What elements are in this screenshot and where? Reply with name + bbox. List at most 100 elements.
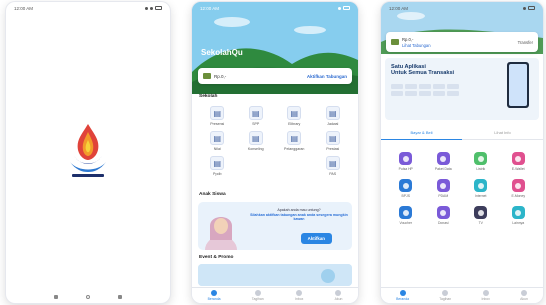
service-icon (436, 206, 450, 219)
service-label: Pulsa HP (398, 167, 413, 171)
tab-beranda[interactable]: Beranda (396, 290, 409, 301)
service-label: E-Wallet (511, 167, 525, 171)
service-label: Paket Data (434, 167, 452, 171)
service-item[interactable]: E-Wallet (500, 152, 538, 171)
tab-label: Inbox (481, 297, 490, 301)
clipboard-icon: ▤ (210, 106, 225, 120)
service-item[interactable]: Internet (462, 179, 500, 198)
recent-apps-icon[interactable] (54, 295, 58, 299)
menu-item[interactable]: ▤ Konseling (237, 131, 276, 151)
service-tab[interactable]: Lihat Info (462, 126, 543, 140)
menu-item[interactable]: ▤ SPP (237, 106, 276, 126)
hijab-woman-illustration (205, 217, 237, 250)
tab-akun[interactable]: Akun (520, 290, 528, 301)
service-item[interactable]: Paket Data (425, 152, 463, 171)
balance-amount: Rp.0,- (402, 36, 414, 42)
menu-item-label: Presensi (210, 122, 225, 126)
menu-item[interactable]: ▤ Pelanggaran (275, 131, 314, 151)
service-item[interactable]: E-Money (500, 179, 538, 198)
activate-button[interactable]: Aktifkan (300, 233, 332, 244)
menu-item[interactable]: ▤ Nilai (198, 131, 237, 151)
back-icon[interactable] (118, 295, 122, 299)
services-grid: Pulsa HP Paket Data Listrik E-Wallet BPJS PDA… (387, 152, 537, 225)
status-icons (338, 6, 350, 10)
menu-item (237, 156, 276, 176)
wallet-icon (203, 73, 211, 79)
school-menu-grid: ▤ Presensi ▤ SPP ▤ Elibrary ▤ Jadwal ▤ Nilai ▤ Kons… (198, 106, 352, 176)
smartphone-illustration (507, 62, 529, 108)
menu-item-label: Pelanggaran (284, 147, 305, 151)
tab-label: Beranda (396, 297, 409, 301)
status-time: 12:00 AM (14, 5, 34, 11)
menu-item[interactable]: ▤ Presensi (198, 106, 237, 126)
service-icon (436, 152, 450, 165)
service-icon (511, 206, 525, 219)
tab-beranda[interactable]: Beranda (208, 290, 220, 301)
menu-item[interactable]: ▤ Elibrary (275, 106, 314, 126)
tab-label: Tagihan (251, 297, 264, 301)
bottom-tab-bar: Beranda Tagihan Inbox Akun (381, 287, 543, 303)
service-label: Donasi (437, 221, 449, 225)
service-item[interactable]: Pulsa HP (387, 152, 425, 171)
service-tab[interactable]: Bayar & Beli (381, 126, 462, 140)
service-label: E-Money (511, 194, 526, 198)
grade-icon: ▤ (210, 131, 225, 145)
tab-icon (520, 290, 527, 296)
service-icon (511, 152, 525, 165)
service-item[interactable]: Donasi (425, 206, 463, 225)
status-time: 12:00 AM (389, 5, 409, 11)
event-illustration (198, 264, 352, 286)
tab-icon (211, 290, 218, 296)
service-item[interactable]: PDAM (425, 179, 463, 198)
splash-screen: 12:00 AM (6, 2, 170, 303)
tab-icon (399, 290, 406, 296)
promo-title-line2: Untuk Semua Transaksi (391, 70, 455, 77)
tab-label: Tagihan (439, 297, 452, 301)
service-label: TV (478, 221, 483, 225)
tab-label: Akun (520, 297, 528, 301)
status-bar: 12:00 AM (192, 2, 358, 14)
menu-item[interactable]: ▤ Ppdb (198, 156, 237, 176)
home-circle-icon[interactable] (86, 295, 90, 299)
menu-item[interactable]: ▤ Prestasi (314, 131, 353, 151)
event-promo-banner[interactable] (198, 264, 352, 286)
service-icon (474, 206, 488, 219)
tab-tagihan[interactable]: Tagihan (252, 290, 264, 301)
activate-savings-link[interactable]: Aktifkan Tabungan (307, 74, 347, 79)
balance-card[interactable]: Rp.0,- Aktifkan Tabungan (198, 68, 352, 84)
savings-card[interactable]: Rp.0,- Lihat Tabungan Transfer (386, 32, 538, 52)
menu-item-label: Jadwal (327, 122, 339, 126)
app-brand-title: SekolahQu (201, 48, 243, 57)
transfer-button[interactable]: Transfer (518, 40, 533, 45)
person-icon: ▤ (325, 106, 340, 120)
tab-label: Inbox (295, 297, 304, 301)
service-item[interactable]: Lainnya (500, 206, 538, 225)
service-item[interactable]: Voucher (387, 206, 425, 225)
tab-inbox[interactable]: Inbox (295, 290, 303, 301)
view-savings-link[interactable]: Lihat Tabungan (402, 43, 431, 48)
exam-icon: ▤ (325, 156, 340, 170)
service-item[interactable]: Listrik (462, 152, 500, 171)
tab-icon (482, 290, 489, 296)
warning-icon: ▤ (287, 131, 302, 145)
menu-item[interactable]: ▤ PAS (314, 156, 353, 176)
tab-akun[interactable]: Akun (335, 290, 342, 301)
app-promo-banner[interactable]: Satu Aplikasi Untuk Semua Transaksi (385, 58, 539, 120)
service-icon (474, 179, 488, 192)
menu-item (275, 156, 314, 176)
status-bar: 12:00 AM (6, 2, 170, 14)
menu-item-label: PAS (329, 172, 337, 176)
service-label: Listrik (476, 167, 486, 171)
tab-inbox[interactable]: Inbox (482, 290, 490, 301)
section-title-school: Sekolah (199, 94, 218, 99)
savings-promo-banner[interactable]: Apakah anda mau untung? Silahkan aktifka… (198, 202, 352, 250)
service-item[interactable]: TV (462, 206, 500, 225)
status-icons (145, 6, 162, 10)
menu-item[interactable]: ▤ Jadwal (314, 106, 353, 126)
tab-tagihan[interactable]: Tagihan (439, 290, 451, 301)
trophy-icon: ▤ (325, 131, 340, 145)
home-screen: 12:00 AM SekolahQu Rp.0,- Aktifkan Tabun… (192, 2, 358, 303)
system-nav-bar (6, 295, 170, 299)
menu-item-label: SPP (252, 122, 260, 126)
service-item[interactable]: BPJS (387, 179, 425, 198)
